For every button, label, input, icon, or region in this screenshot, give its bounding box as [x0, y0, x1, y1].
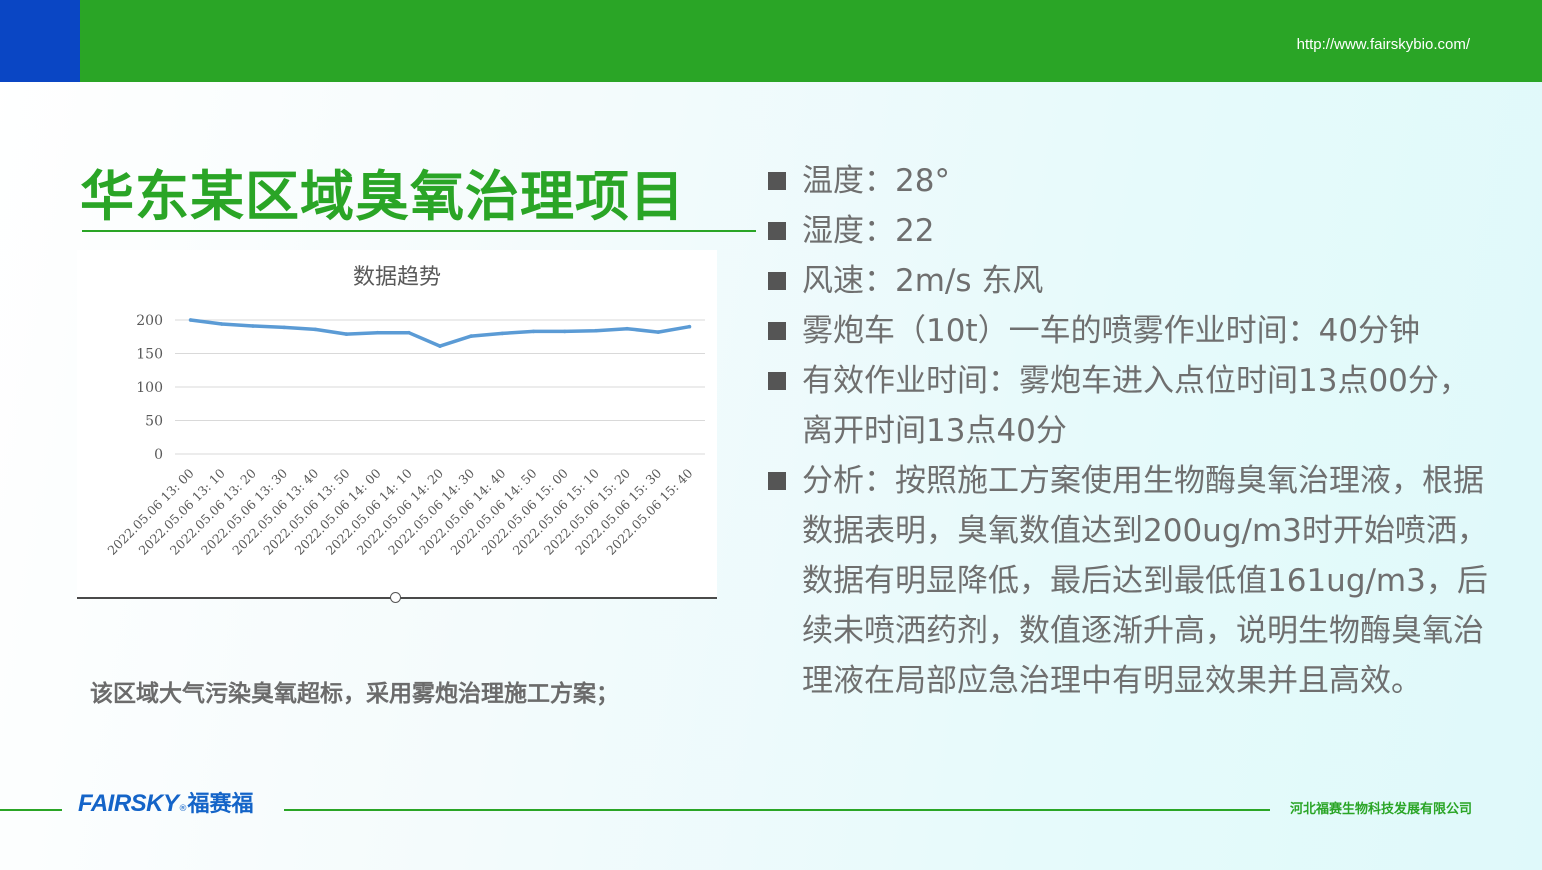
data-point — [438, 344, 442, 348]
bullet-temperature: 温度：28° — [768, 156, 1488, 206]
data-point — [282, 325, 286, 330]
data-point — [375, 330, 380, 335]
data-point — [625, 326, 629, 331]
data-point — [500, 331, 505, 336]
data-point — [219, 322, 224, 326]
footer-divider-left — [0, 809, 62, 811]
square-bullet-icon — [768, 472, 786, 490]
chart-caption: 该区域大气污染臭氧超标，采用雾炮治理施工方案； — [90, 681, 619, 707]
chart-rotate-handle[interactable] — [390, 592, 401, 603]
fairsky-logo: FAIRSKY®福赛福 — [78, 786, 254, 818]
ozone-chart: 数据趋势 0 50 100 150 200 2022.05.06 13: 00 2022.05… — [77, 250, 717, 598]
data-point — [562, 329, 567, 334]
bullet-wind: 风速：2m/s 东风 — [768, 256, 1488, 306]
y-tick-label: 200 — [136, 313, 163, 329]
logo-registered-mark: ® — [178, 804, 188, 814]
chart-title: 数据趋势 — [353, 265, 441, 290]
bullet-humidity: 湿度：22 — [768, 206, 1488, 256]
data-point — [687, 324, 692, 329]
data-point — [251, 324, 255, 328]
chart-svg: 数据趋势0501001502002022.05.06 13: 002022.05… — [104, 265, 705, 558]
square-bullet-icon — [768, 322, 786, 340]
data-point — [594, 328, 598, 333]
bullet-text: 雾炮车（10t）一车的喷雾作业时间：40分钟 — [802, 313, 1421, 349]
y-tick-label: 0 — [154, 447, 163, 463]
square-bullet-icon — [768, 372, 786, 390]
info-bullet-list: 温度：28° 湿度：22 风速：2m/s 东风 雾炮车（10t）一车的喷雾作业时… — [768, 156, 1488, 706]
bullet-analysis: 分析：按照施工方案使用生物酶臭氧治理液，根据数据表明，臭氧数值达到200ug/m… — [768, 456, 1488, 706]
bullet-text: 风速：2m/s 东风 — [802, 263, 1044, 299]
bullet-text: 温度：28° — [802, 163, 950, 199]
bullet-text: 分析：按照施工方案使用生物酶臭氧治理液，根据数据表明，臭氧数值达到200ug/m… — [802, 463, 1488, 699]
title-divider — [82, 230, 756, 232]
square-bullet-icon — [768, 222, 786, 240]
data-point — [313, 327, 318, 332]
header-bar: http://www.fairskybio.com/ — [0, 0, 1542, 82]
bullet-effective-time: 有效作业时间：雾炮车进入点位时间13点00分，离开时间13点40分 — [768, 356, 1488, 456]
page-title: 华东某区域臭氧治理项目 — [80, 165, 685, 228]
data-point — [656, 330, 661, 334]
y-tick-label: 100 — [136, 380, 163, 396]
square-bullet-icon — [768, 272, 786, 290]
bullet-spray-time: 雾炮车（10t）一车的喷雾作业时间：40分钟 — [768, 306, 1488, 356]
data-point — [344, 332, 349, 336]
data-point — [407, 330, 411, 335]
series-line — [188, 318, 692, 348]
footer-divider-right — [284, 809, 1270, 811]
y-tick-label: 50 — [145, 414, 163, 430]
data-point — [531, 329, 536, 334]
square-bullet-icon — [768, 172, 786, 190]
logo-text-cn: 福赛福 — [187, 792, 254, 817]
data-point — [188, 318, 193, 322]
bullet-text: 有效作业时间：雾炮车进入点位时间13点00分，离开时间13点40分 — [802, 363, 1470, 449]
y-tick-label: 150 — [136, 347, 163, 363]
bullet-text: 湿度：22 — [802, 213, 935, 249]
header-accent-block — [0, 0, 80, 82]
logo-text-en: FAIRSKY — [78, 790, 179, 817]
company-name: 河北福赛生物科技发展有限公司 — [1289, 802, 1472, 817]
website-url[interactable]: http://www.fairskybio.com/ — [1297, 36, 1470, 53]
data-point — [469, 334, 473, 338]
